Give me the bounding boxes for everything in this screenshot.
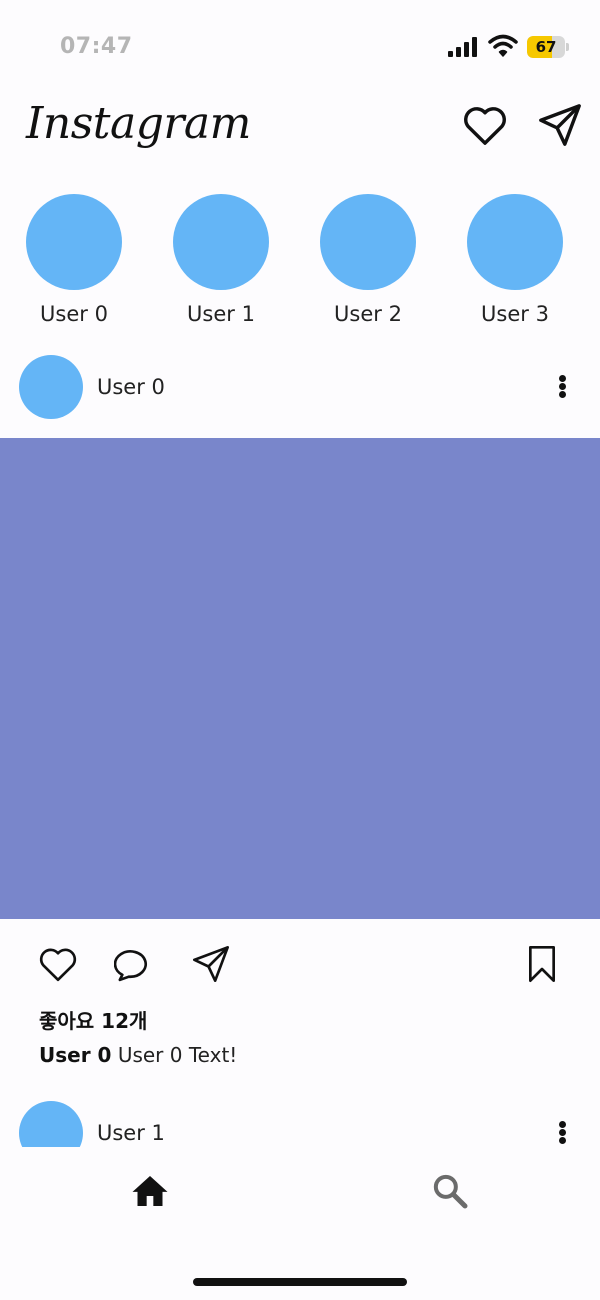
story-avatar[interactable] [173, 194, 269, 290]
app-logo: Instagram [26, 98, 251, 149]
story-name: User 1 [187, 302, 255, 326]
home-icon[interactable] [130, 1171, 170, 1211]
heart-icon[interactable] [462, 104, 508, 146]
caption-username[interactable]: User 0 [39, 1043, 111, 1067]
more-options-icon[interactable] [552, 371, 572, 401]
story-item[interactable]: User 1 [161, 194, 281, 330]
signal-icon [448, 37, 477, 57]
story-avatar[interactable] [467, 194, 563, 290]
more-options-icon[interactable] [552, 1117, 572, 1147]
post-image[interactable] [0, 438, 600, 919]
search-icon[interactable] [430, 1171, 470, 1211]
status-time: 07:47 [60, 34, 133, 59]
status-bar: 07:47 67 [0, 0, 600, 90]
story-item[interactable]: User 3 [455, 194, 575, 330]
home-indicator[interactable] [193, 1278, 407, 1286]
stories-row: User 0 User 1 User 2 User 3 [0, 194, 600, 334]
app-header: Instagram [0, 90, 600, 180]
send-icon[interactable] [191, 944, 231, 984]
story-avatar[interactable] [26, 194, 122, 290]
post-header-clip: User 1 [0, 1101, 600, 1147]
likes-count[interactable]: 좋아요 12개 [39, 1005, 147, 1034]
wifi-icon [488, 34, 518, 57]
post-header: User 0 [0, 355, 600, 425]
story-item[interactable]: User 0 [14, 194, 134, 330]
post-actions [0, 940, 600, 990]
post-avatar[interactable] [19, 1101, 83, 1147]
bottom-nav [0, 1147, 600, 1300]
story-item[interactable]: User 2 [308, 194, 428, 330]
caption-text: User 0 Text! [117, 1043, 238, 1067]
story-name: User 3 [481, 302, 549, 326]
post-avatar[interactable] [19, 355, 83, 419]
post-username[interactable]: User 1 [97, 1121, 165, 1145]
comment-icon[interactable] [114, 944, 154, 984]
story-name: User 0 [40, 302, 108, 326]
heart-icon[interactable] [38, 944, 78, 984]
post-username[interactable]: User 0 [97, 375, 165, 399]
bookmark-icon[interactable] [522, 944, 562, 984]
post-header: User 1 [0, 1101, 600, 1147]
send-icon[interactable] [536, 102, 584, 148]
story-avatar[interactable] [320, 194, 416, 290]
post-caption: User 0 User 0 Text! [39, 1043, 237, 1067]
battery-charging-icon: 67 [527, 36, 569, 58]
battery-level: 67 [535, 38, 557, 56]
story-name: User 2 [334, 302, 402, 326]
